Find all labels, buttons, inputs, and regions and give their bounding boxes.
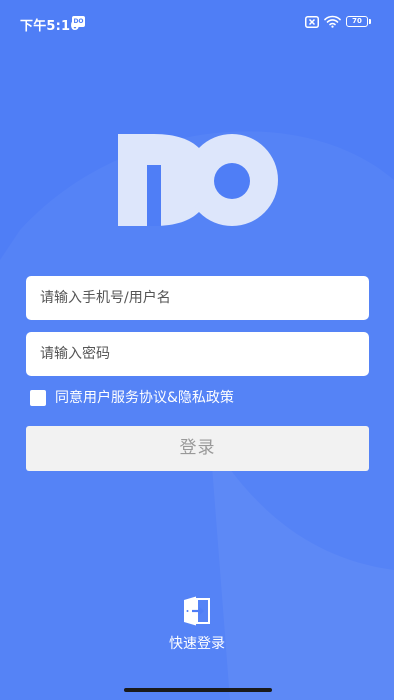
battery-icon: 70	[346, 16, 368, 27]
agreement-link[interactable]: 同意用户服务协议&隐私政策	[55, 388, 234, 408]
agreement-checkbox[interactable]	[30, 390, 46, 406]
battery-level: 70	[352, 17, 362, 25]
login-button[interactable]: 登录	[26, 426, 369, 471]
quick-login-button[interactable]: 快速登录	[147, 596, 247, 656]
status-time: 下午5:16	[20, 19, 80, 34]
do-logo	[118, 134, 278, 226]
door-enter-icon	[184, 596, 210, 626]
app-badge-icon: DO	[72, 16, 85, 27]
quick-login-label: 快速登录	[169, 636, 225, 652]
status-bar: 下午5:16 DO 70	[0, 0, 394, 44]
sim-disabled-icon	[305, 16, 319, 28]
username-field[interactable]	[26, 276, 369, 320]
password-input[interactable]	[26, 332, 369, 376]
battery-nub	[369, 19, 371, 24]
home-indicator[interactable]	[124, 688, 272, 692]
password-field[interactable]	[26, 332, 369, 376]
wifi-icon	[324, 15, 341, 28]
username-input[interactable]	[26, 276, 369, 320]
agreement-row: 同意用户服务协议&隐私政策	[30, 388, 360, 410]
